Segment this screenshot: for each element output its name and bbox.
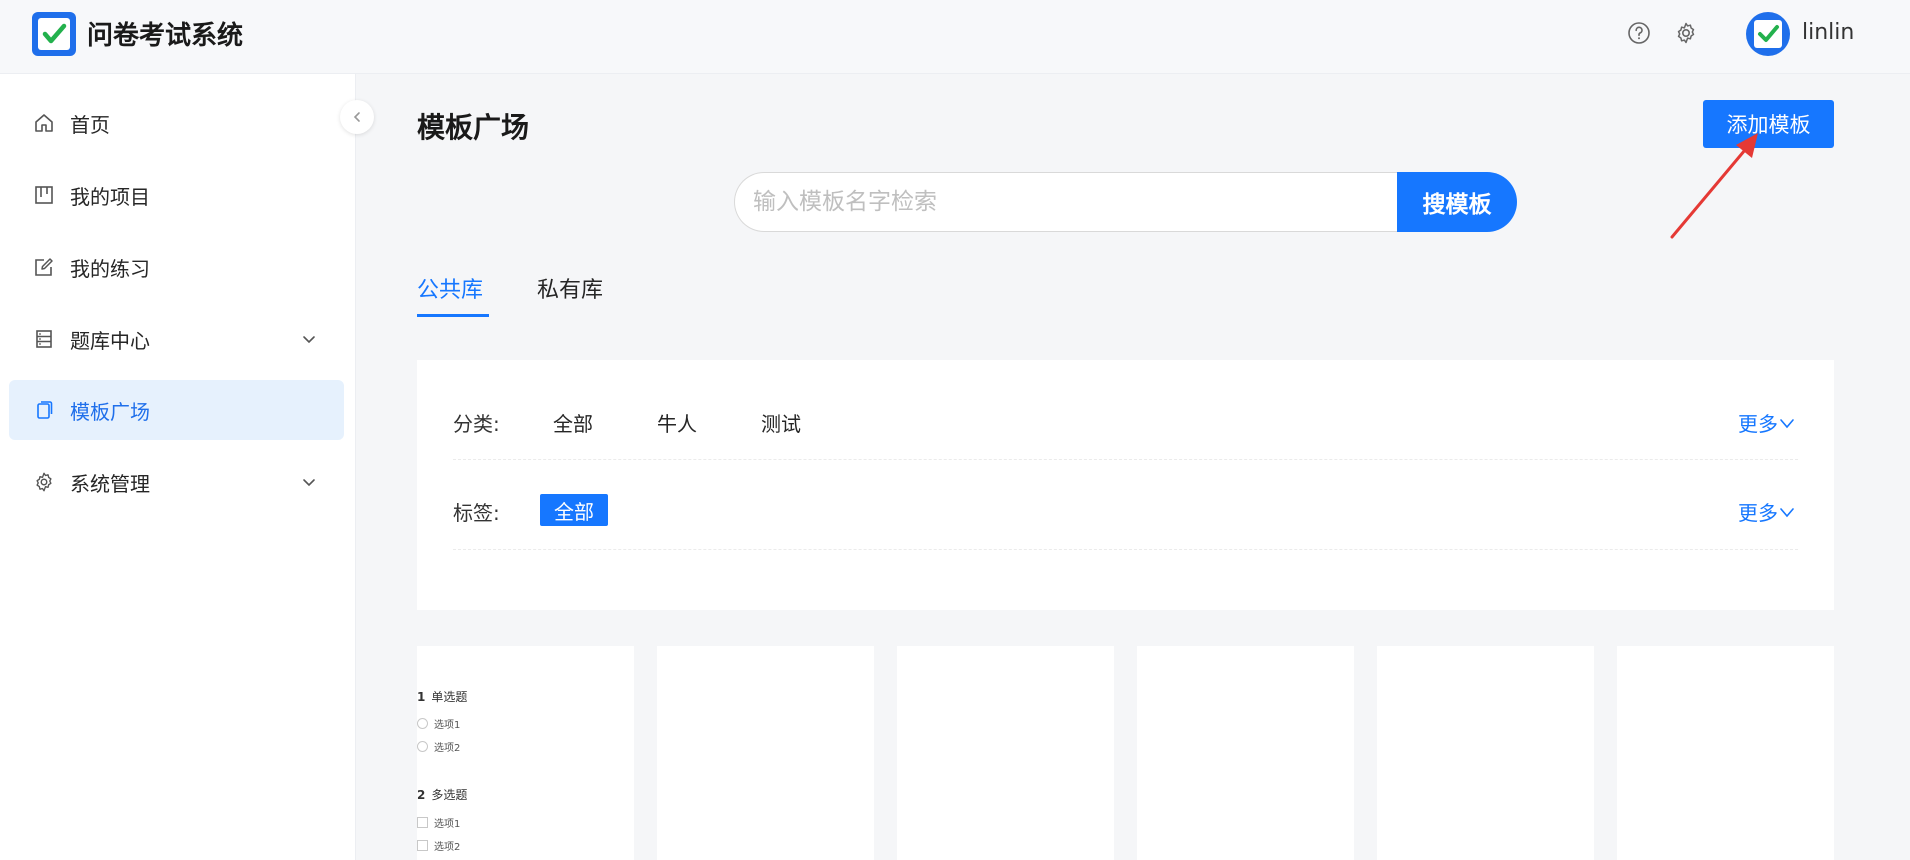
radio-option: 选项2 [417,739,460,754]
sidebar-collapse-button[interactable] [340,100,374,134]
chevron-down-icon [1780,418,1794,428]
checkbox-option: 选项1 [417,815,460,830]
sidebar-item-templates[interactable]: 模板广场 [9,380,344,440]
tab-private[interactable]: 私有库 [537,272,603,304]
template-card[interactable] [1137,646,1354,860]
database-icon [32,327,56,351]
template-card[interactable] [1377,646,1594,860]
checkbox-icon [417,817,428,828]
checkbox-icon [417,840,428,851]
question-title: 2 多选题 [417,788,468,802]
chevron-down-icon [300,330,318,348]
sidebar-item-system[interactable]: 系统管理 [9,452,344,512]
template-card[interactable] [657,646,874,860]
sidebar-item-practice[interactable]: 我的练习 [9,237,344,297]
divider [453,549,1798,550]
search-button[interactable]: 搜模板 [1397,172,1517,232]
category-option-expert[interactable]: 牛人 [657,408,697,437]
radio-icon [417,741,428,752]
sidebar-item-label: 题库中心 [70,328,150,353]
more-label: 更多 [1738,501,1778,525]
search-input[interactable] [734,172,1398,232]
more-label: 更多 [1738,412,1778,436]
category-option-test[interactable]: 测试 [761,408,801,437]
sidebar-item-question-bank[interactable]: 题库中心 [9,309,344,369]
project-icon [32,183,56,207]
tag-more-link[interactable]: 更多 [1738,497,1796,526]
username[interactable]: linlin [1802,20,1854,45]
search-bar: 搜模板 [734,172,1517,232]
template-card[interactable]: 1 单选题 选项1 选项2 2 多选题 选项1 选项2 [417,646,634,860]
gear-icon [32,470,56,494]
page-title: 模板广场 [417,111,530,144]
sidebar-item-label: 首页 [70,112,110,137]
user-avatar[interactable] [1746,12,1790,56]
tab-active-indicator [417,314,489,317]
question-title: 1 单选题 [417,690,468,704]
sidebar-item-projects[interactable]: 我的项目 [9,165,344,225]
template-card[interactable] [1617,646,1834,860]
category-more-link[interactable]: 更多 [1738,408,1796,437]
sidebar-item-home[interactable]: 首页 [9,93,344,153]
chevron-left-icon [353,112,360,122]
filter-panel: 分类: 全部 牛人 测试 更多 标签: 全部 更多 [417,360,1834,610]
top-header: 问卷考试系统 linlin [0,0,1910,74]
sidebar-item-label: 我的项目 [70,184,150,209]
category-option-all[interactable]: 全部 [553,408,593,437]
chevron-down-icon [1780,507,1794,517]
divider [453,459,1798,460]
tag-option-all[interactable]: 全部 [540,494,608,526]
annotation-arrow-icon [1670,133,1758,239]
template-icon [32,398,56,422]
edit-icon [32,255,56,279]
sidebar: 首页 我的项目 我的练习 题库中心 模板广场 系统管理 [0,74,356,860]
sidebar-item-label: 系统管理 [70,471,150,496]
home-icon [32,111,56,135]
radio-icon [417,718,428,729]
category-label: 分类: [453,412,500,436]
chevron-down-icon [300,473,318,491]
tab-public[interactable]: 公共库 [417,272,483,304]
app-logo [32,12,76,56]
radio-option: 选项1 [417,716,460,731]
checkbox-option: 选项2 [417,838,460,853]
sidebar-item-label: 模板广场 [70,399,150,424]
tag-label: 标签: [453,501,500,525]
app-title: 问卷考试系统 [87,21,244,51]
settings-icon[interactable] [1673,20,1699,46]
help-icon[interactable] [1626,20,1652,46]
sidebar-item-label: 我的练习 [70,256,150,281]
template-card[interactable] [897,646,1114,860]
